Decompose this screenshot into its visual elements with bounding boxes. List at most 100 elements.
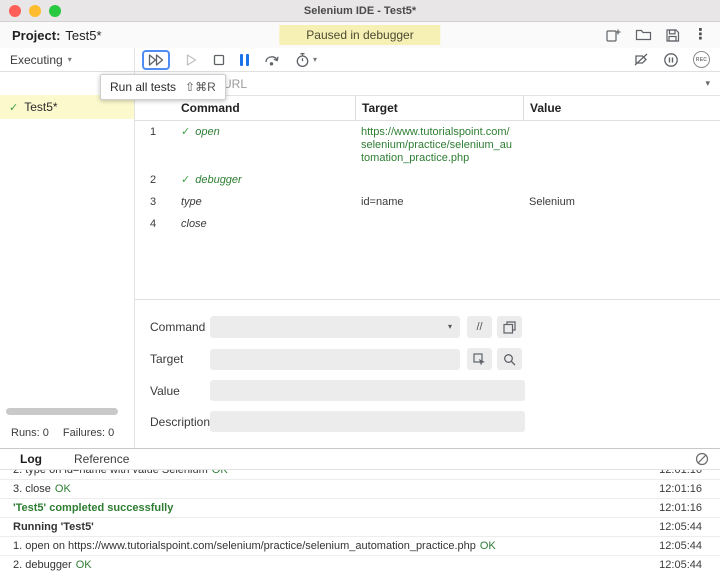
new-project-icon[interactable] [605, 27, 622, 43]
test-state-dropdown[interactable]: Executing ▾ [0, 48, 135, 71]
row-number: 2 [150, 174, 157, 186]
play-icon [186, 53, 197, 66]
comment-toggle-button[interactable]: // [467, 316, 492, 338]
run-current-test-button[interactable] [185, 53, 198, 67]
log-entry-time: 12:01:16 [659, 470, 702, 476]
select-target-icon [473, 352, 485, 365]
zoom-window-button[interactable] [49, 4, 61, 17]
log-entry: 2. debugger OK 12:05:44 [0, 556, 720, 572]
url-input[interactable]: URL [223, 77, 247, 91]
row-command-cell: ✓ open [175, 126, 355, 139]
runs-count: Runs: 0 [11, 427, 49, 439]
tests-sidebar: ✓ Test5* Runs: 0 Failures: 0 [0, 72, 135, 448]
stop-icon [213, 54, 225, 65]
row-target-cell: https://www.tutorialspoint.com/selenium/… [361, 126, 513, 164]
row-target-cell: id=name [361, 196, 404, 208]
stop-button[interactable] [213, 54, 225, 66]
run-all-tests-button[interactable] [142, 49, 170, 70]
command-table-row[interactable]: 2 ✓ debugger [135, 169, 720, 191]
clear-log-button[interactable] [695, 452, 709, 466]
toolbar: Executing ▾ ▾ REC [0, 48, 720, 72]
tooltip-shortcut: ⇧⌘R [185, 80, 216, 94]
select-target-button[interactable] [467, 348, 492, 370]
tests-horizontal-scrollbar[interactable] [6, 408, 118, 415]
command-name: close [181, 218, 207, 230]
value-input[interactable] [210, 380, 525, 401]
chevron-down-icon: ▾ [313, 55, 318, 64]
tooltip-label: Run all tests [110, 80, 177, 94]
disable-breakpoints-icon [634, 53, 648, 66]
log-ok-badge: OK [54, 483, 71, 495]
log-tabs: Log Reference [0, 449, 720, 470]
row-command-cell: close [175, 218, 355, 231]
log-entry: Running 'Test5' 12:05:44 [0, 518, 720, 537]
find-target-button[interactable] [497, 348, 522, 370]
open-reference-button[interactable] [497, 316, 522, 338]
log-entry: 1. open on https://www.tutorialspoint.co… [0, 537, 720, 556]
command-field-label: Command [150, 320, 206, 334]
project-title: Project: Test5* [12, 28, 102, 43]
command-name: type [181, 196, 202, 208]
description-input[interactable] [210, 411, 525, 432]
open-project-icon[interactable] [635, 28, 652, 42]
new-window-icon [503, 320, 516, 334]
more-options-icon[interactable]: ⋮ [693, 27, 708, 42]
tab-log[interactable]: Log [20, 452, 42, 466]
command-table-row[interactable]: 4 close [135, 213, 720, 235]
log-entry-text: Running 'Test5' [13, 521, 94, 533]
chevron-down-icon: ▾ [447, 322, 452, 331]
log-ok-badge: OK [211, 470, 228, 476]
clear-log-icon [695, 452, 709, 466]
minimize-window-button[interactable] [29, 4, 41, 17]
command-passed-check-icon: ✓ [181, 126, 191, 138]
run-all-tests-tooltip: Run all tests ⇧⌘R [100, 74, 226, 100]
test-passed-check-icon: ✓ [9, 101, 19, 114]
log-entry-time: 12:05:44 [659, 540, 702, 552]
log-entry-time: 12:05:44 [659, 559, 702, 571]
target-field-label: Target [150, 352, 184, 366]
url-dropdown-caret-icon[interactable]: ▾ [705, 78, 710, 89]
log-entry-time: 12:05:44 [659, 521, 702, 533]
test-state-label: Executing [10, 52, 63, 67]
stopwatch-icon [296, 52, 309, 67]
log-entry-time: 12:01:16 [659, 502, 702, 514]
failures-count: Failures: 0 [62, 427, 115, 439]
save-project-icon[interactable] [665, 28, 680, 43]
close-window-button[interactable] [9, 4, 21, 17]
step-over-icon [265, 56, 279, 66]
pause-on-exceptions-button[interactable] [663, 52, 679, 68]
record-button[interactable]: REC [693, 51, 710, 68]
log-entry: 'Test5' completed successfully 12:01:16 [0, 499, 720, 518]
commands-table: 1 ✓ open https://www.tutorialspoint.com/s… [135, 121, 720, 300]
command-name: debugger [195, 174, 242, 186]
target-input[interactable] [210, 348, 460, 370]
pause-button[interactable] [240, 53, 249, 66]
log-entry-text: 2. debugger OK [13, 559, 92, 571]
project-label: Project: [12, 27, 61, 43]
command-table-row[interactable]: 3 type id=name Selenium [135, 191, 720, 213]
command-editor-form: Command ▾ // Target Value Description [135, 300, 720, 432]
window-controls [9, 4, 61, 17]
row-value-cell: Selenium [529, 196, 575, 208]
description-field-label: Description [150, 414, 211, 429]
test-speed-button[interactable]: ▾ [295, 52, 317, 68]
log-ok-badge: OK [479, 540, 496, 552]
log-ok-badge: OK [75, 559, 92, 571]
row-number: 3 [150, 196, 157, 208]
log-entry-text: 'Test5' completed successfully [13, 502, 174, 514]
step-over-button[interactable] [264, 52, 280, 67]
disable-breakpoints-button[interactable] [633, 52, 649, 67]
row-number: 4 [150, 218, 157, 230]
window-title: Selenium IDE - Test5* [303, 4, 417, 17]
value-column-header: Value [523, 96, 720, 120]
log-entry: 3. close OK 12:01:16 [0, 480, 720, 499]
window-titlebar: Selenium IDE - Test5* [0, 0, 720, 22]
log-entries: 2. type on id=name with value Selenium OK… [0, 470, 720, 572]
target-column-header: Target [355, 96, 523, 120]
command-table-row[interactable]: 1 ✓ open https://www.tutorialspoint.com/s… [135, 121, 720, 169]
tab-reference[interactable]: Reference [74, 452, 129, 466]
log-entry-time: 12:01:16 [659, 483, 702, 495]
command-select[interactable]: ▾ [210, 316, 460, 338]
pause-icon [240, 53, 243, 66]
search-icon [504, 353, 516, 365]
